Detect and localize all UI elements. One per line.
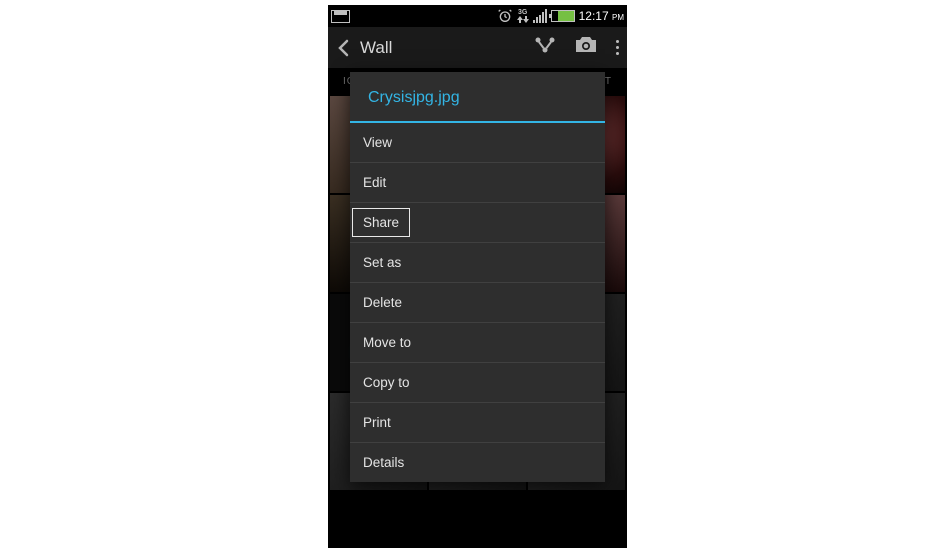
menu-item-label: Move to — [363, 335, 411, 350]
menu-item-label: Share — [352, 208, 410, 237]
menu-item-label: Print — [363, 415, 391, 430]
menu-item-share[interactable]: Share — [350, 203, 605, 243]
back-icon[interactable] — [334, 39, 354, 57]
menu-item-copy-to[interactable]: Copy to — [350, 363, 605, 403]
mobile-data-icon: 3G — [517, 10, 529, 23]
signal-icon — [533, 9, 547, 23]
phone-frame: 3G 12:17 PM Wall — [328, 5, 627, 548]
menu-item-label: Set as — [363, 255, 401, 270]
clock: 12:17 PM — [579, 9, 624, 23]
menu-item-delete[interactable]: Delete — [350, 283, 605, 323]
app-bar: Wall — [328, 27, 627, 69]
menu-item-label: Details — [363, 455, 404, 470]
app-title: Wall — [360, 38, 534, 58]
menu-item-label: Edit — [363, 175, 386, 190]
notification-icon — [331, 10, 350, 23]
menu-item-view[interactable]: View — [350, 123, 605, 163]
menu-item-move-to[interactable]: Move to — [350, 323, 605, 363]
share-icon[interactable] — [534, 36, 556, 59]
dialog-title: Crysisjpg.jpg — [350, 72, 605, 123]
context-menu: Crysisjpg.jpg View Edit Share Set as Del… — [350, 72, 605, 482]
camera-icon[interactable] — [574, 36, 598, 59]
menu-item-label: View — [363, 135, 392, 150]
battery-icon — [551, 10, 575, 22]
menu-item-set-as[interactable]: Set as — [350, 243, 605, 283]
alarm-icon — [497, 8, 513, 24]
menu-item-edit[interactable]: Edit — [350, 163, 605, 203]
menu-item-label: Delete — [363, 295, 402, 310]
status-bar: 3G 12:17 PM — [328, 5, 627, 27]
menu-item-details[interactable]: Details — [350, 443, 605, 482]
menu-item-label: Copy to — [363, 375, 410, 390]
menu-item-print[interactable]: Print — [350, 403, 605, 443]
overflow-menu-icon[interactable] — [616, 40, 619, 55]
